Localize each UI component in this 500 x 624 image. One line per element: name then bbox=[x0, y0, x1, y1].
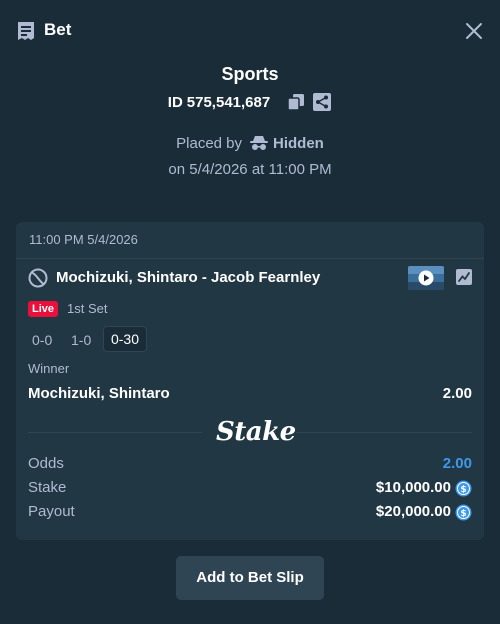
svg-text:$: $ bbox=[460, 485, 466, 495]
stake-logo: Stake bbox=[216, 417, 296, 447]
event-time: 11:00 PM 5/4/2026 bbox=[29, 232, 138, 247]
divider-left bbox=[28, 432, 202, 433]
svg-text:$: $ bbox=[460, 509, 466, 519]
score-current-game: 0-30 bbox=[103, 326, 147, 352]
copy-icon[interactable] bbox=[286, 92, 306, 112]
selection-name: Mochizuki, Shintaro bbox=[28, 385, 170, 402]
share-icon[interactable] bbox=[312, 92, 332, 112]
add-to-bet-slip-button[interactable]: Add to Bet Slip bbox=[176, 556, 324, 600]
bet-id-row: ID 575,541,687 bbox=[0, 91, 500, 113]
usd-coin-icon: $ bbox=[455, 504, 472, 521]
match-name[interactable]: Mochizuki, Shintaro - Jacob Fearnley bbox=[56, 269, 320, 286]
live-stream-thumbnail[interactable] bbox=[408, 266, 444, 290]
stats-icon[interactable] bbox=[456, 269, 472, 285]
live-badge: Live bbox=[28, 301, 58, 317]
usd-coin-icon: $ bbox=[455, 480, 472, 497]
play-icon[interactable] bbox=[408, 266, 444, 290]
placed-by-user: Hidden bbox=[273, 134, 324, 152]
market-label: Winner bbox=[28, 361, 70, 376]
stake-label: Stake bbox=[28, 479, 67, 496]
set-label: 1st Set bbox=[67, 301, 108, 316]
stake-value: $10,000.00 bbox=[375, 479, 451, 496]
receipt-icon bbox=[18, 22, 34, 40]
modal-header: Bet bbox=[0, 0, 500, 62]
placed-by-label: Placed by bbox=[176, 134, 243, 152]
placed-date: on 5/4/2026 at 11:00 PM bbox=[168, 161, 332, 178]
score-set-1: 0-0 bbox=[32, 332, 53, 348]
bet-id: 575,541,687 bbox=[186, 93, 271, 111]
card-header: 11:00 PM 5/4/2026 bbox=[16, 222, 484, 259]
bet-card: 11:00 PM 5/4/2026 Mochizuki, Shintaro - … bbox=[16, 222, 484, 540]
close-icon[interactable] bbox=[462, 19, 486, 43]
bet-category: Sports bbox=[221, 64, 279, 84]
modal-title: Bet bbox=[44, 20, 72, 39]
bet-id-prefix: ID bbox=[167, 93, 183, 111]
incognito-icon bbox=[250, 136, 269, 150]
odds-value: 2.00 bbox=[442, 455, 472, 472]
divider-right bbox=[296, 432, 472, 433]
odds-label: Odds bbox=[28, 455, 64, 472]
placed-by-row: Placed by Hidden bbox=[0, 133, 500, 153]
payout-value: $20,000.00 bbox=[375, 503, 451, 520]
score-set-2: 1-0 bbox=[71, 332, 92, 348]
tennis-ball-icon bbox=[28, 268, 48, 288]
payout-label: Payout bbox=[28, 503, 75, 520]
selection-odds: 2.00 bbox=[442, 385, 472, 402]
